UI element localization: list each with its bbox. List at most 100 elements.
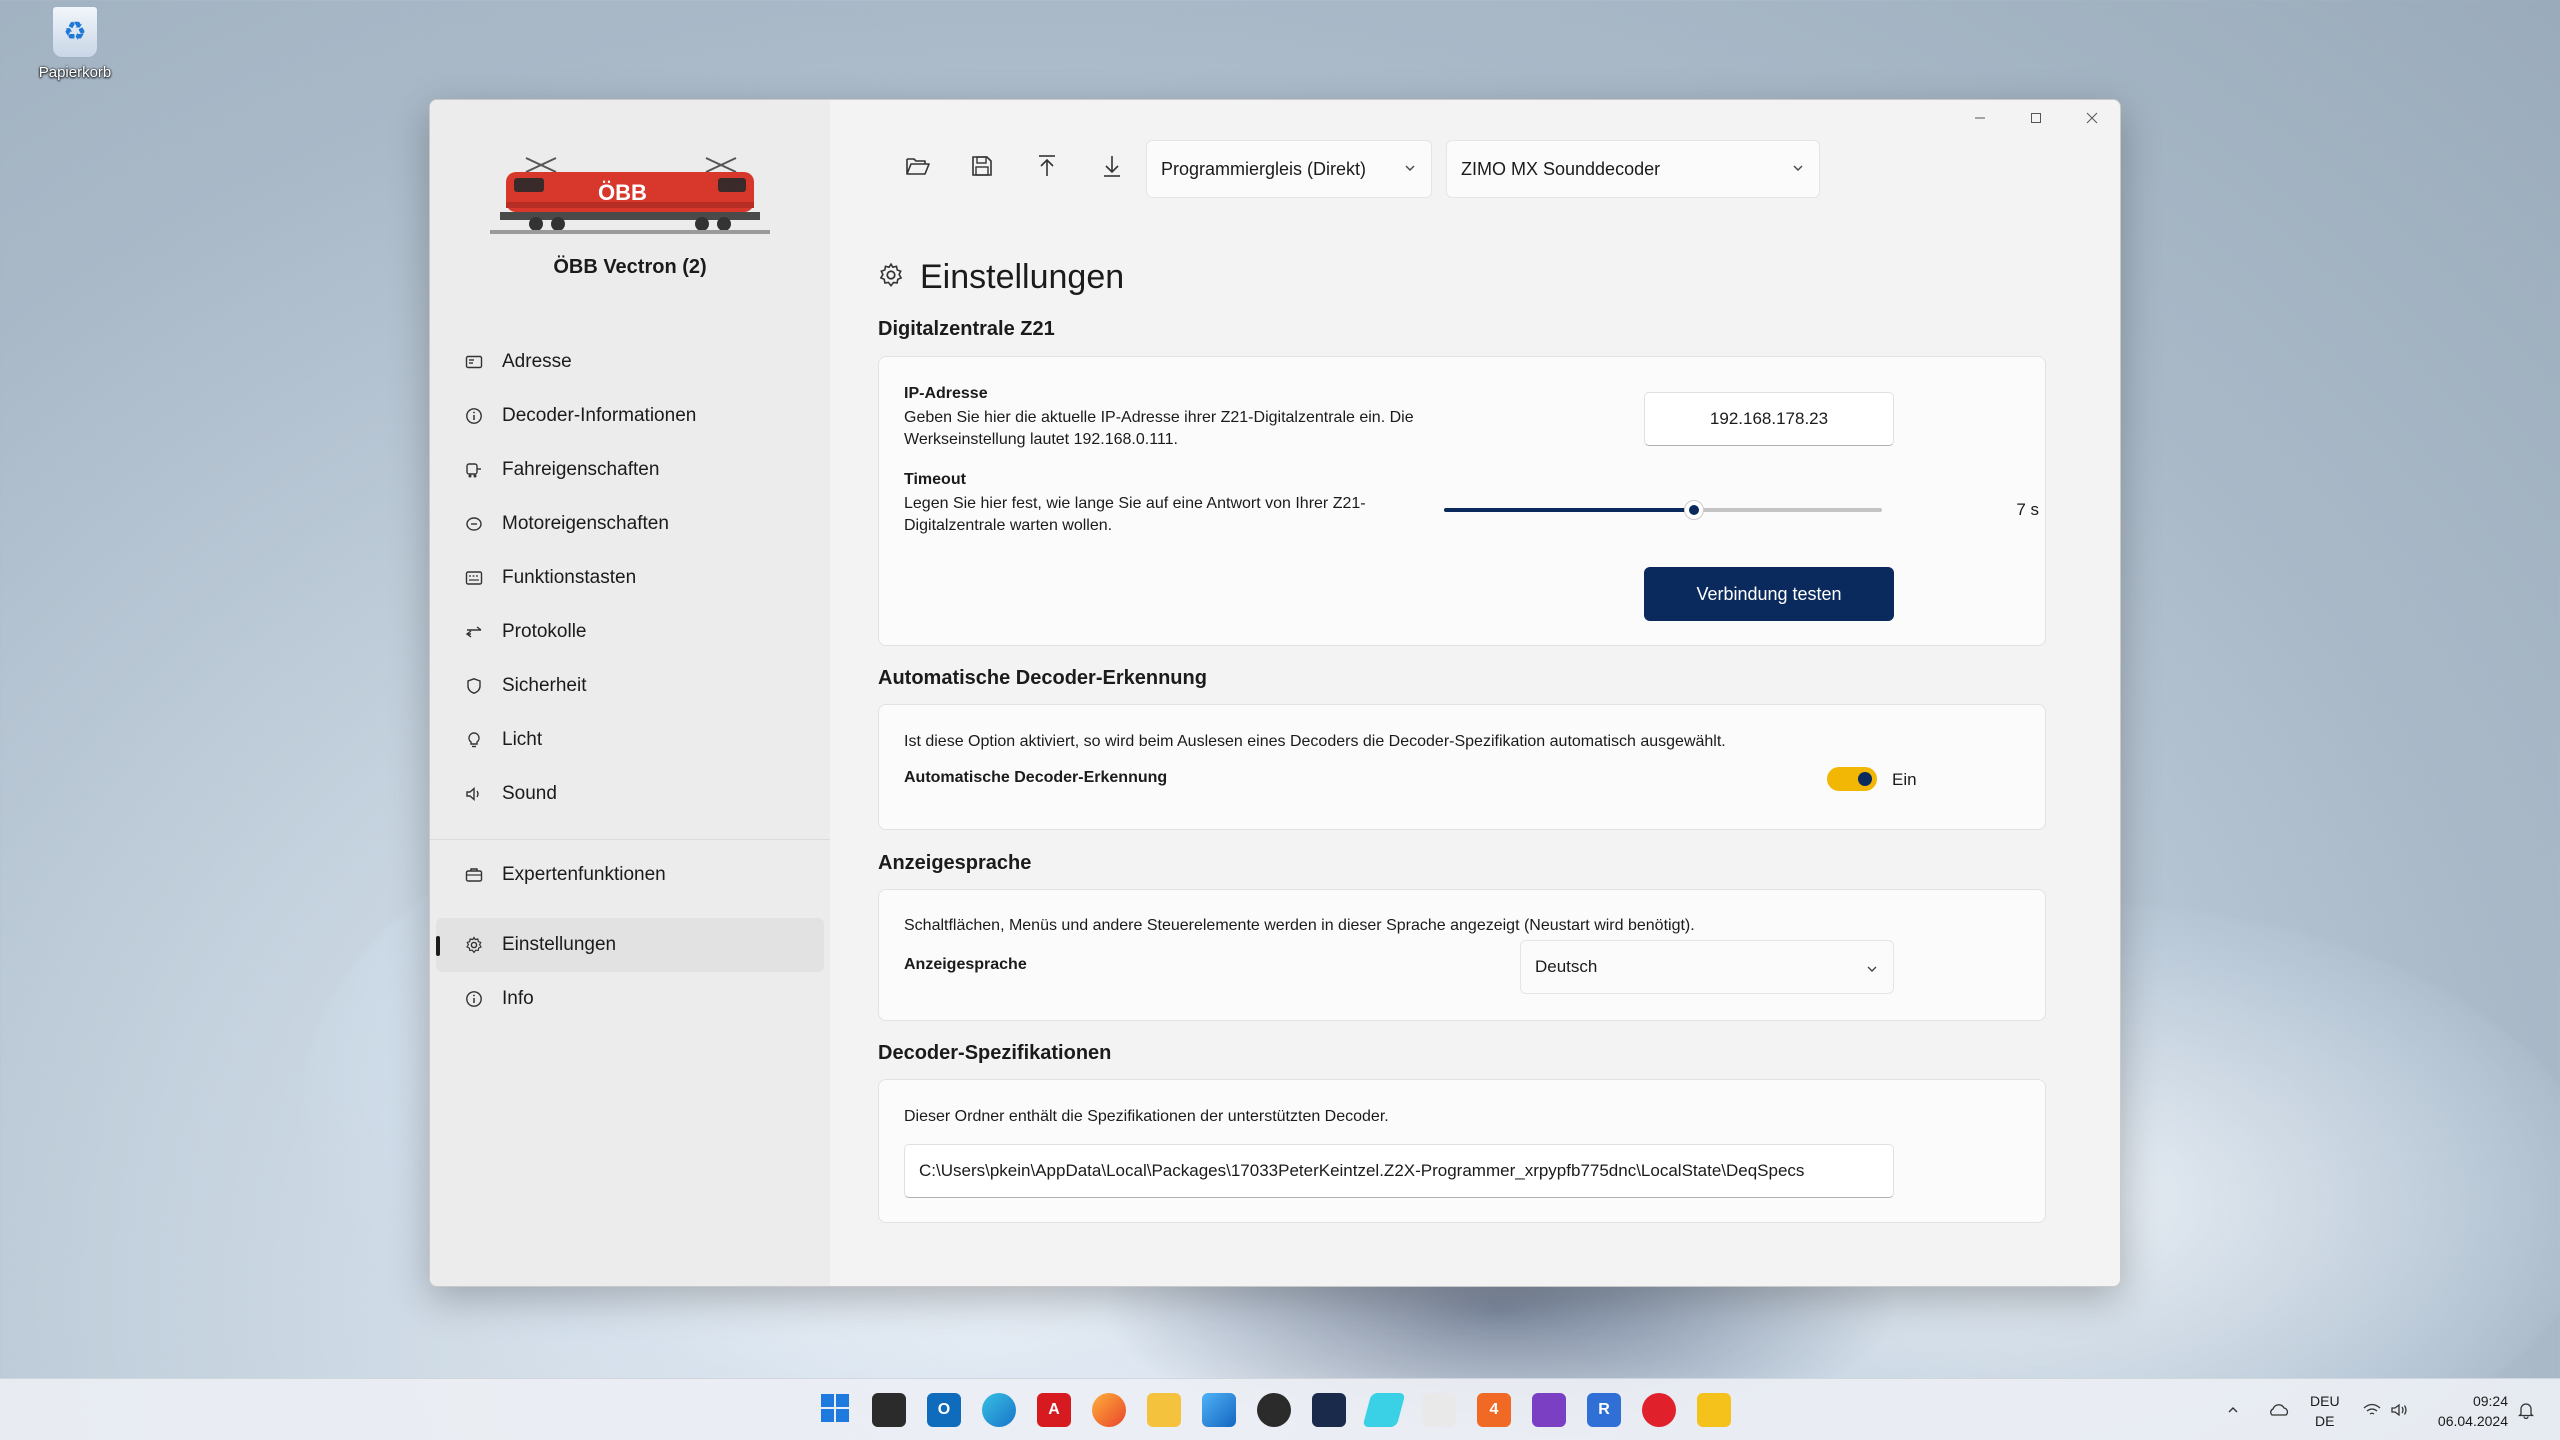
- open-folder-button[interactable]: [896, 146, 940, 190]
- z2x-programmer-icon[interactable]: [1697, 1393, 1731, 1427]
- timeout-label: Timeout: [904, 471, 966, 488]
- address-card-icon: [464, 335, 484, 389]
- onedrive-icon[interactable]: [2268, 1379, 2290, 1440]
- nav-item-sicherheit[interactable]: Sicherheit: [436, 659, 824, 713]
- notification-bell-icon[interactable]: [2518, 1379, 2534, 1440]
- app-icon[interactable]: [1312, 1393, 1346, 1427]
- save-icon: [971, 155, 993, 182]
- nav-item-licht[interactable]: Licht: [436, 713, 824, 767]
- gear-icon: [464, 918, 484, 972]
- arrows-icon: [464, 605, 484, 659]
- loco-name: ÖBB Vectron (2): [553, 256, 707, 278]
- locomotive-image: ÖBB: [490, 157, 770, 234]
- taskview-icon[interactable]: [872, 1393, 906, 1427]
- ip-address-input[interactable]: 192.168.178.23: [1644, 392, 1894, 446]
- close-button[interactable]: [2064, 100, 2120, 136]
- timeout-description: Legen Sie hier fest, wie lange Sie auf e…: [904, 495, 1366, 534]
- app-icon[interactable]: [1362, 1393, 1406, 1427]
- visual-studio-icon[interactable]: [1532, 1393, 1566, 1427]
- decoder-type-dropdown[interactable]: ZIMO MX Sounddecoder: [1446, 140, 1820, 198]
- language-value: Deutsch: [1535, 957, 1598, 976]
- nav-label: Expertenfunktionen: [502, 864, 666, 885]
- auto-detect-toggle[interactable]: [1827, 767, 1877, 791]
- app-icon[interactable]: [1422, 1393, 1456, 1427]
- clock-time: 09:24: [2472, 1393, 2508, 1409]
- card-z21: IP-Adresse Geben Sie hier die aktuelle I…: [878, 356, 2046, 646]
- test-connection-button[interactable]: Verbindung testen: [1644, 567, 1894, 621]
- nav-label: Funktionstasten: [502, 567, 637, 588]
- speaker-icon: [464, 767, 484, 821]
- nav-item-fahreigenschaften[interactable]: Fahreigenschaften: [436, 443, 824, 497]
- wifi-icon[interactable]: [2362, 1379, 2382, 1440]
- firefox-icon[interactable]: [1092, 1393, 1126, 1427]
- lang-bottom: DE: [2315, 1413, 2335, 1429]
- nav-item-sound[interactable]: Sound: [436, 767, 824, 821]
- nav-label: Sicherheit: [502, 675, 587, 696]
- chevron-down-icon: [1791, 159, 1805, 180]
- gear-icon: [878, 258, 904, 297]
- section-heading-language: Anzeigesprache: [878, 852, 1032, 874]
- slider-track-fill: [1444, 508, 1694, 512]
- nav-item-protokolle[interactable]: Protokolle: [436, 605, 824, 659]
- lang-top: DEU: [2310, 1393, 2340, 1409]
- minimize-button[interactable]: [1952, 100, 2008, 136]
- nav-label: Decoder-Informationen: [502, 405, 697, 426]
- acrobat-icon[interactable]: A: [1037, 1393, 1071, 1427]
- taskbar: O A 4 R DEU DE 09:24 06.04.2024: [0, 1378, 2560, 1440]
- upload-icon: [1036, 154, 1058, 183]
- chevron-down-icon: [1865, 961, 1879, 981]
- media-icon[interactable]: [1642, 1393, 1676, 1427]
- info-icon: [464, 972, 484, 1026]
- clock[interactable]: 09:24 06.04.2024: [2438, 1391, 2508, 1431]
- nav-item-einstellungen[interactable]: Einstellungen: [436, 918, 824, 972]
- volume-icon[interactable]: [2390, 1379, 2410, 1440]
- download-button[interactable]: [1090, 146, 1134, 190]
- tray-overflow-chevron-icon[interactable]: [2226, 1379, 2240, 1440]
- ip-address-description: Geben Sie hier die aktuelle IP-Adresse i…: [904, 409, 1414, 448]
- input-language-indicator[interactable]: DEU DE: [2310, 1391, 2340, 1431]
- save-button[interactable]: [960, 146, 1004, 190]
- specs-path-input[interactable]: C:\Users\pkein\AppData\Local\Packages\17…: [904, 1144, 1894, 1198]
- nav-label: Sound: [502, 783, 557, 804]
- section-heading-auto-detect: Automatische Decoder-Erkennung: [878, 667, 1207, 689]
- toolbar: Programmiergleis (Direkt) ZIMO MX Soundd…: [830, 140, 2120, 198]
- page-title: Einstellungen: [878, 258, 1124, 297]
- upload-button[interactable]: [1025, 146, 1069, 190]
- nav-label: Einstellungen: [502, 934, 617, 955]
- language-dropdown[interactable]: Deutsch: [1520, 940, 1894, 994]
- window-caption-buttons: [1952, 100, 2120, 136]
- nav-item-info[interactable]: Info: [436, 972, 824, 1026]
- auto-detect-state: Ein: [1892, 770, 1917, 789]
- nav-label: Fahreigenschaften: [502, 459, 660, 480]
- recycle-bin[interactable]: Papierkorb: [30, 6, 120, 81]
- app-icon[interactable]: R: [1587, 1393, 1621, 1427]
- nav-item-motoreigenschaften[interactable]: Motoreigenschaften: [436, 497, 824, 551]
- nav-item-decoder-informationen[interactable]: Decoder-Informationen: [436, 389, 824, 443]
- nav-item-adresse[interactable]: Adresse: [436, 335, 824, 389]
- sidebar: ÖBB ÖBB Vectron (2) Adresse Decoder-Info…: [430, 100, 830, 1286]
- outlook-icon[interactable]: O: [927, 1393, 961, 1427]
- chevron-down-icon: [1403, 159, 1417, 180]
- motor-icon: [464, 497, 484, 551]
- start-button[interactable]: [818, 1393, 852, 1427]
- ip-address-label: IP-Adresse: [904, 385, 988, 402]
- nav-item-funktionstasten[interactable]: Funktionstasten: [436, 551, 824, 605]
- card-auto-detect: Ist diese Option aktiviert, so wird beim…: [878, 704, 2046, 830]
- track-mode-value: Programmiergleis (Direkt): [1161, 158, 1367, 179]
- loco-brand-text: ÖBB: [598, 180, 647, 205]
- auto-detect-description: Ist diese Option aktiviert, so wird beim…: [904, 733, 1726, 750]
- nav-item-expertenfunktionen[interactable]: Expertenfunktionen: [436, 848, 824, 902]
- edge-icon[interactable]: [982, 1393, 1016, 1427]
- timeout-value: 7 s: [2016, 500, 2039, 519]
- auto-detect-label: Automatische Decoder-Erkennung: [904, 769, 1168, 786]
- shield-icon: [464, 659, 484, 713]
- explorer-icon[interactable]: [1147, 1393, 1181, 1427]
- whatsapp-icon[interactable]: [1257, 1393, 1291, 1427]
- app-icon[interactable]: 4: [1477, 1393, 1511, 1427]
- info-icon: [464, 389, 484, 443]
- recycle-bin-icon: [52, 6, 98, 58]
- photos-icon[interactable]: [1202, 1393, 1236, 1427]
- slider-thumb[interactable]: [1683, 500, 1704, 520]
- track-mode-dropdown[interactable]: Programmiergleis (Direkt): [1146, 140, 1432, 198]
- maximize-button[interactable]: [2008, 100, 2064, 136]
